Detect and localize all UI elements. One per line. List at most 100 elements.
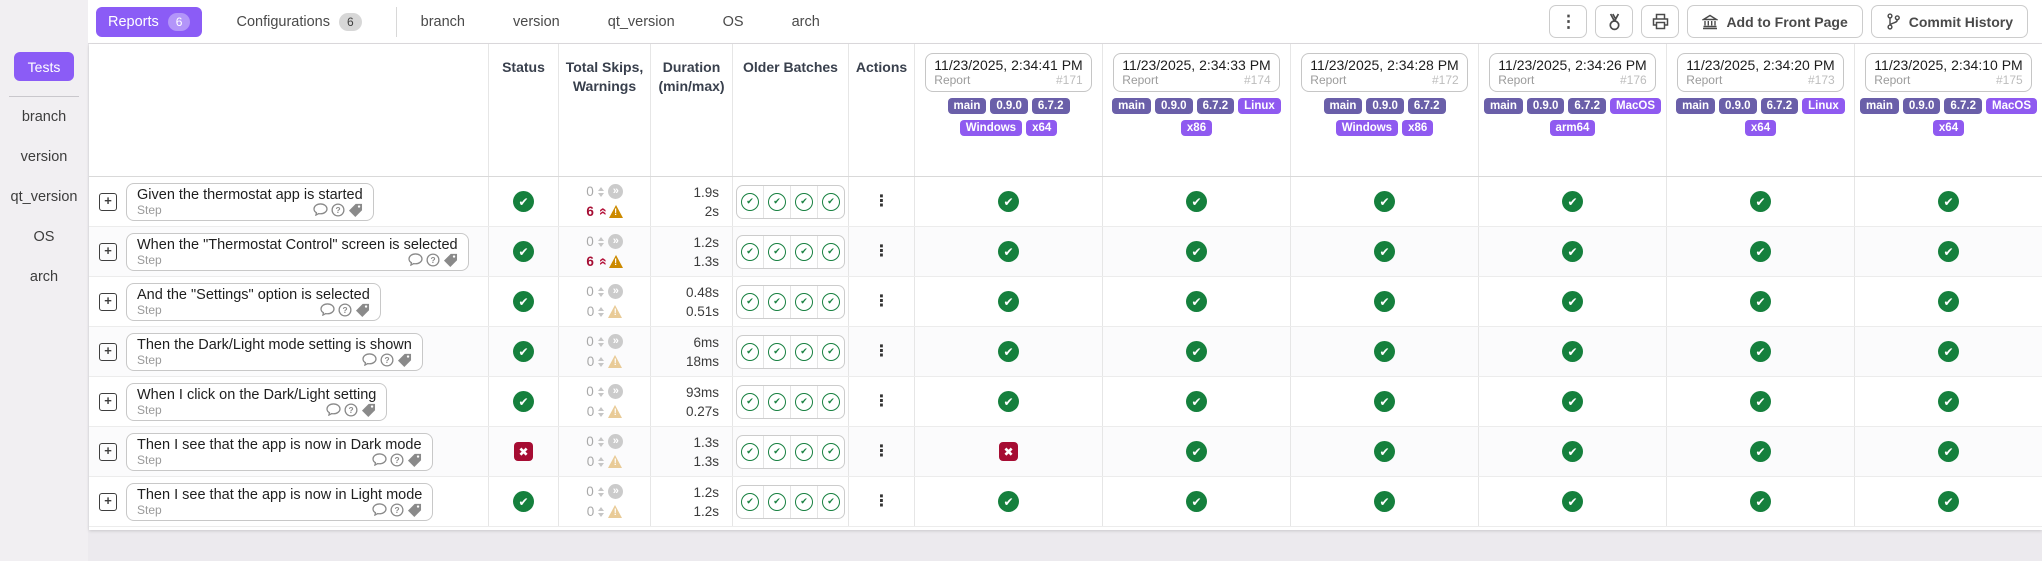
tests-button[interactable]: Tests: [14, 52, 74, 81]
sidebar-item-version[interactable]: version: [0, 137, 88, 177]
step-card[interactable]: When I click on the Dark/Light settingSt…: [126, 383, 387, 421]
sidebar-item-branch[interactable]: branch: [0, 97, 88, 137]
older-pass-icon: ✔: [822, 243, 840, 261]
older-batch-status[interactable]: ✔: [764, 286, 791, 318]
tag-icon[interactable]: [397, 353, 412, 367]
step-card[interactable]: And the "Settings" option is selectedSte…: [126, 283, 381, 321]
pass-icon: ✔: [1750, 441, 1771, 462]
tag-icon[interactable]: [361, 403, 376, 417]
older-batch-status[interactable]: ✔: [764, 186, 791, 218]
older-batch-status[interactable]: ✔: [791, 386, 818, 418]
step-card[interactable]: Given the thermostat app is startedStep?: [126, 183, 374, 221]
tag-icon[interactable]: [355, 303, 370, 317]
skip-count: 0: [586, 234, 594, 249]
older-batch-status[interactable]: ✔: [737, 186, 764, 218]
older-batch-status[interactable]: ✔: [818, 436, 844, 468]
older-batch-status[interactable]: ✔: [791, 436, 818, 468]
row-actions-button[interactable]: ⋮: [874, 494, 890, 510]
row-actions-button[interactable]: ⋮: [874, 194, 890, 210]
older-batch-status[interactable]: ✔: [791, 236, 818, 268]
older-batch-status[interactable]: ✔: [764, 486, 791, 518]
help-icon[interactable]: ?: [390, 453, 404, 467]
row-actions-button[interactable]: ⋮: [874, 394, 890, 410]
topbar-filter-branch[interactable]: branch: [421, 14, 465, 30]
step-card[interactable]: Then I see that the app is now in Dark m…: [126, 433, 433, 471]
step-card[interactable]: Then I see that the app is now in Light …: [126, 483, 433, 521]
expand-button[interactable]: +: [99, 243, 117, 261]
print-button[interactable]: [1641, 5, 1679, 38]
expand-button[interactable]: +: [99, 193, 117, 211]
row-actions-button[interactable]: ⋮: [874, 294, 890, 310]
older-batch-status[interactable]: ✔: [818, 336, 844, 368]
tag-icon[interactable]: [407, 503, 422, 517]
tag-icon[interactable]: [407, 453, 422, 467]
tab-reports[interactable]: Reports6: [96, 7, 202, 37]
expand-button[interactable]: +: [99, 493, 117, 511]
sidebar-item-qt_version[interactable]: qt_version: [0, 177, 88, 217]
medal-button[interactable]: [1595, 5, 1633, 38]
duration-min: 1.3s: [693, 433, 719, 452]
older-batch-status[interactable]: ✔: [791, 186, 818, 218]
comment-icon[interactable]: [326, 403, 341, 416]
topbar-filter-OS[interactable]: OS: [723, 14, 744, 30]
older-batch-status[interactable]: ✔: [737, 486, 764, 518]
row-actions-button[interactable]: ⋮: [874, 244, 890, 260]
more-options-button[interactable]: ⋮: [1549, 5, 1587, 38]
step-card[interactable]: When the "Thermostat Control" screen is …: [126, 233, 469, 271]
expand-button[interactable]: +: [99, 443, 117, 461]
older-batch-status[interactable]: ✔: [818, 186, 844, 218]
help-icon[interactable]: ?: [380, 353, 394, 367]
topbar-filter-qt_version[interactable]: qt_version: [608, 14, 675, 30]
older-batch-status[interactable]: ✔: [791, 286, 818, 318]
comment-icon[interactable]: [320, 303, 335, 316]
report-header-box[interactable]: 11/23/2025, 2:34:28 PMReport#172: [1301, 53, 1467, 92]
expand-button[interactable]: +: [99, 343, 117, 361]
topbar-filter-version[interactable]: version: [513, 14, 560, 30]
older-batch-status[interactable]: ✔: [791, 336, 818, 368]
commit-history-button[interactable]: Commit History: [1871, 5, 2028, 38]
tab-configurations[interactable]: Configurations6: [224, 7, 373, 37]
expand-button[interactable]: +: [99, 293, 117, 311]
row-actions-button[interactable]: ⋮: [874, 344, 890, 360]
comment-icon[interactable]: [362, 353, 377, 366]
row-actions-button[interactable]: ⋮: [874, 444, 890, 460]
sidebar-item-arch[interactable]: arch: [0, 257, 88, 297]
sidebar-item-OS[interactable]: OS: [0, 217, 88, 257]
step-card[interactable]: Then the Dark/Light mode setting is show…: [126, 333, 423, 371]
report-header-box[interactable]: 11/23/2025, 2:34:41 PMReport#171: [925, 53, 1091, 92]
older-batch-status[interactable]: ✔: [764, 336, 791, 368]
expand-button[interactable]: +: [99, 393, 117, 411]
older-batch-status[interactable]: ✔: [737, 436, 764, 468]
older-batch-status[interactable]: ✔: [764, 236, 791, 268]
report-header-box[interactable]: 11/23/2025, 2:34:20 PMReport#173: [1677, 53, 1843, 92]
report-header-box[interactable]: 11/23/2025, 2:34:33 PMReport#174: [1113, 53, 1279, 92]
help-icon[interactable]: ?: [426, 253, 440, 267]
add-to-front-page-button[interactable]: Add to Front Page: [1687, 5, 1862, 38]
svg-text:?: ?: [394, 455, 399, 465]
comment-icon[interactable]: [372, 453, 387, 466]
older-batch-status[interactable]: ✔: [737, 336, 764, 368]
older-batch-status[interactable]: ✔: [791, 486, 818, 518]
help-icon[interactable]: ?: [331, 203, 345, 217]
help-icon[interactable]: ?: [344, 403, 358, 417]
tag-icon[interactable]: [443, 253, 458, 267]
help-icon[interactable]: ?: [338, 303, 352, 317]
older-batch-status[interactable]: ✔: [737, 286, 764, 318]
report-status-cell: ✔: [1291, 327, 1479, 376]
older-batch-status[interactable]: ✔: [764, 436, 791, 468]
older-batch-status[interactable]: ✔: [764, 386, 791, 418]
report-header-box[interactable]: 11/23/2025, 2:34:10 PMReport#175: [1865, 53, 2031, 92]
topbar-filter-arch[interactable]: arch: [792, 14, 820, 30]
help-icon[interactable]: ?: [390, 503, 404, 517]
comment-icon[interactable]: [408, 253, 423, 266]
older-batch-status[interactable]: ✔: [818, 486, 844, 518]
older-batch-status[interactable]: ✔: [818, 386, 844, 418]
older-batch-status[interactable]: ✔: [818, 236, 844, 268]
comment-icon[interactable]: [372, 503, 387, 516]
tag-icon[interactable]: [348, 203, 363, 217]
older-batch-status[interactable]: ✔: [737, 386, 764, 418]
older-batch-status[interactable]: ✔: [737, 236, 764, 268]
report-header-box[interactable]: 11/23/2025, 2:34:26 PMReport#176: [1489, 53, 1655, 92]
comment-icon[interactable]: [313, 203, 328, 216]
older-batch-status[interactable]: ✔: [818, 286, 844, 318]
